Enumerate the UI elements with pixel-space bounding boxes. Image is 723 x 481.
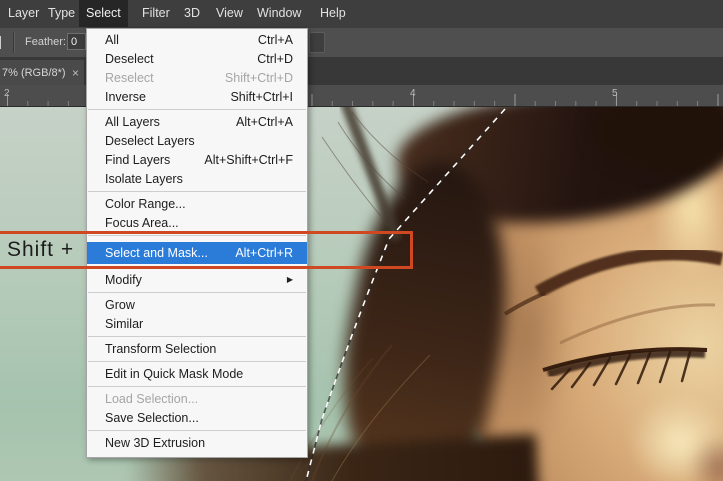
- photoshop-window: Layer Type Select Filter 3D View Window …: [0, 0, 723, 481]
- menu-item-modify[interactable]: Modify ▶: [87, 270, 307, 289]
- menu-separator: [87, 232, 307, 238]
- annotation-shift-label: Shift +: [7, 238, 75, 261]
- menu-item-all-layers[interactable]: All Layers Alt+Ctrl+A: [87, 112, 307, 131]
- menu-item-similar[interactable]: Similar: [87, 314, 307, 333]
- menu-item-transform-selection[interactable]: Transform Selection: [87, 339, 307, 358]
- tab-close-icon[interactable]: ×: [72, 67, 79, 79]
- menubar-item-3d[interactable]: 3D: [177, 0, 207, 27]
- menubar-item-view[interactable]: View: [209, 0, 250, 27]
- menu-separator: [87, 427, 307, 433]
- menu-separator: [87, 333, 307, 339]
- menu-item-select-and-mask[interactable]: Select and Mask... Alt+Ctrl+R: [87, 242, 307, 264]
- menu-item-find-layers[interactable]: Find Layers Alt+Shift+Ctrl+F: [87, 150, 307, 169]
- menu-separator: [87, 289, 307, 295]
- menu-separator: [87, 383, 307, 389]
- menu-separator: [87, 106, 307, 112]
- menu-item-save-selection[interactable]: Save Selection...: [87, 408, 307, 427]
- options-bar-button[interactable]: [309, 32, 325, 53]
- menubar-item-filter[interactable]: Filter: [135, 0, 177, 27]
- ruler-number: 2: [4, 88, 10, 99]
- feather-input[interactable]: [67, 33, 86, 50]
- menu-item-deselect[interactable]: Deselect Ctrl+D: [87, 49, 307, 68]
- menu-item-reselect: Reselect Shift+Ctrl+D: [105, 70, 293, 85]
- menu-item-isolate-layers[interactable]: Isolate Layers: [87, 169, 307, 188]
- document-tab[interactable]: 7% (RGB/8*) ×: [0, 60, 84, 85]
- menu-item-all[interactable]: All Ctrl+A: [87, 30, 307, 49]
- menu-item-color-range[interactable]: Color Range...: [87, 194, 307, 213]
- menu-separator: [87, 188, 307, 194]
- menu-item-deselect-layers[interactable]: Deselect Layers: [87, 131, 307, 150]
- menu-item-focus-area[interactable]: Focus Area...: [87, 213, 307, 232]
- menu-item-grow[interactable]: Grow: [87, 295, 307, 314]
- tool-icon-fragment: ]: [0, 33, 2, 49]
- menu-bar: Layer Type Select Filter 3D View Window …: [0, 0, 723, 29]
- menubar-item-select[interactable]: Select: [79, 0, 128, 27]
- document-tab-title: 7% (RGB/8*): [2, 66, 66, 79]
- menu-separator: [87, 264, 307, 270]
- menubar-item-help[interactable]: Help: [313, 0, 353, 27]
- menubar-item-type[interactable]: Type: [41, 0, 82, 27]
- menubar-item-layer[interactable]: Layer: [1, 0, 46, 27]
- menu-item-new-3d-extrusion[interactable]: New 3D Extrusion: [87, 433, 307, 452]
- options-divider: [13, 32, 15, 53]
- menu-item-inverse[interactable]: Inverse Shift+Ctrl+I: [87, 87, 307, 106]
- menu-item-load-selection: Load Selection...: [105, 391, 199, 406]
- menubar-item-window[interactable]: Window: [250, 0, 308, 27]
- menu-item-edit-in-quick-mask-mode[interactable]: Edit in Quick Mask Mode: [87, 364, 307, 383]
- feather-label: Feather:: [25, 36, 66, 48]
- ruler-number: 5: [612, 88, 618, 99]
- select-dropdown-menu: All Ctrl+A Deselect Ctrl+D Reselect Shift+C…: [86, 28, 308, 458]
- menu-separator: [87, 358, 307, 364]
- submenu-arrow-icon: ▶: [286, 275, 293, 284]
- ruler-number: 4: [410, 88, 416, 99]
